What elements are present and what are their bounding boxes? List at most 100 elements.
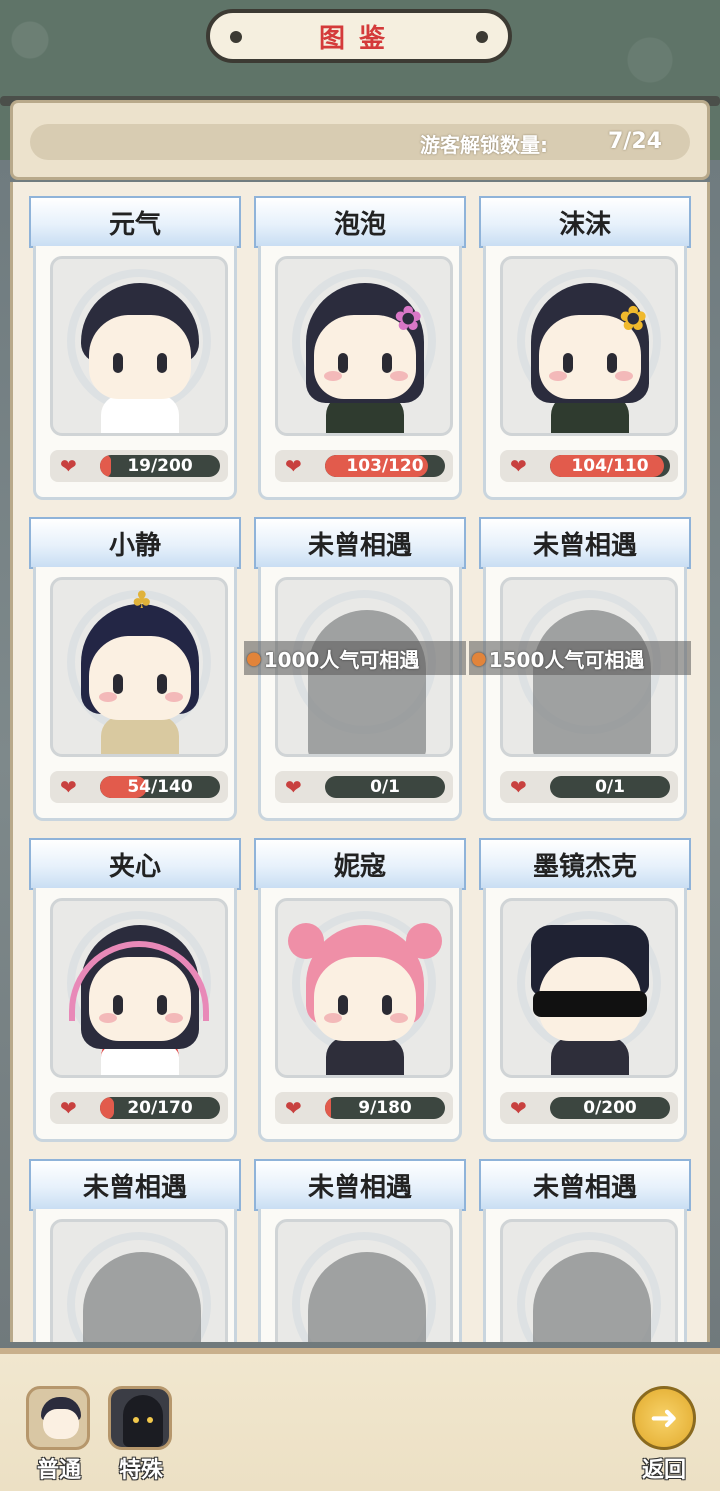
affection-row: ❤ 54/140: [50, 771, 228, 803]
unlock-requirement: ● 1500人气可相遇: [469, 641, 691, 675]
card-name: 小静: [108, 530, 161, 561]
card-locked[interactable]: 未曾相遇: [479, 1159, 691, 1342]
arrow-right-circle-icon: ➜: [632, 1386, 696, 1450]
card-name: 墨镜杰克: [532, 851, 637, 882]
hair-bun: [406, 923, 442, 959]
card-header: 墨镜杰克: [479, 838, 691, 890]
card-name: 泡泡: [333, 209, 386, 240]
affection-value: 0/200: [583, 1098, 637, 1118]
portrait-blush: [390, 1013, 408, 1023]
card-body: ❤ 0/1: [483, 567, 687, 821]
card-name: 夹心: [108, 851, 161, 882]
back-label: 返回: [641, 1458, 686, 1483]
heart-icon: ❤: [510, 1096, 527, 1120]
card-mojing-jieke[interactable]: 墨镜杰克 ❤ 0/200: [479, 838, 691, 1142]
count-track: [30, 124, 690, 160]
locked-portrait: [500, 1219, 678, 1342]
heart-icon: ❤: [60, 454, 77, 478]
card-name: 未曾相遇: [307, 1172, 412, 1203]
card-body: [483, 1209, 687, 1342]
heart-icon: ❤: [60, 1096, 77, 1120]
sunglasses-icon: [533, 991, 647, 1017]
card-name: 元气: [108, 209, 161, 240]
card-locked[interactable]: 未曾相遇 ❤ 0/1 ● 1500人气可相遇: [469, 517, 691, 821]
card-header: 夹心: [29, 838, 241, 890]
portrait-eye: [338, 995, 348, 1015]
portrait-eye: [607, 353, 617, 373]
back-button[interactable]: ➜ 返回: [626, 1386, 702, 1486]
portrait-eye: [382, 995, 392, 1015]
card-header: 小静: [29, 517, 241, 569]
affection-value: 0/1: [370, 777, 400, 797]
page-title: 图鉴: [318, 23, 399, 54]
tab-normal[interactable]: 普通: [24, 1386, 94, 1486]
card-jiaxin[interactable]: 夹心 ❤ 20/170: [29, 838, 241, 1142]
portrait-blush: [324, 1013, 342, 1023]
card-header: 泡泡: [254, 196, 466, 248]
sprout-icon: ♣: [131, 586, 153, 614]
portrait-blush: [390, 371, 408, 381]
card-nikou[interactable]: 妮寇 ❤ 9/180: [254, 838, 466, 1142]
card-paopao[interactable]: 泡泡 ✿ ❤ 103/120: [254, 196, 466, 500]
title-plaque: 图鉴: [206, 9, 512, 63]
affection-row: ❤ 0/200: [500, 1092, 678, 1124]
boy-avatar-icon: [26, 1386, 90, 1450]
plaque-rivet-right: [476, 31, 488, 43]
portrait-face: [89, 315, 191, 399]
heart-icon: ❤: [285, 775, 302, 799]
plaque-rivet-left: [230, 31, 242, 43]
locked-portrait: [275, 1219, 453, 1342]
character-portrait: [500, 898, 678, 1078]
card-header: 沫沫: [479, 196, 691, 248]
affection-value: 19/200: [127, 456, 193, 476]
card-locked[interactable]: 未曾相遇: [29, 1159, 241, 1342]
card-header: 元气: [29, 196, 241, 248]
portrait-eye: [113, 353, 123, 373]
affection-value: 103/120: [346, 456, 424, 476]
card-name: 未曾相遇: [82, 1172, 187, 1203]
portrait-body: [326, 1037, 404, 1075]
character-portrait: [50, 898, 228, 1078]
unlock-requirement: ● 1000人气可相遇: [244, 641, 466, 675]
avatar-face: [43, 1409, 79, 1439]
collection-grid[interactable]: 元气 ❤ 19/200 泡泡 ✿ ❤ 103/120 沫沫 ✿ ❤ 104/11…: [10, 182, 710, 1342]
heart-icon: ❤: [60, 775, 77, 799]
card-name: 未曾相遇: [532, 530, 637, 561]
glowing-eye: [133, 1417, 139, 1423]
tab-special[interactable]: 特殊: [106, 1386, 176, 1486]
bottom-bar: 普通 特殊 ➜ 返回: [0, 1348, 720, 1491]
card-momo[interactable]: 沫沫 ✿ ❤ 104/110: [479, 196, 691, 500]
card-header: 妮寇: [254, 838, 466, 890]
card-name: 未曾相遇: [307, 530, 412, 561]
portrait-blush: [615, 371, 633, 381]
silhouette: [533, 610, 651, 754]
card-locked[interactable]: 未曾相遇: [254, 1159, 466, 1342]
portrait-eye: [563, 353, 573, 373]
flower-icon: ✿: [619, 299, 648, 339]
heart-icon: ❤: [285, 454, 302, 478]
character-portrait: ✿: [500, 256, 678, 436]
tab-label: 特殊: [118, 1458, 163, 1483]
affection-value: 54/140: [127, 777, 193, 797]
unlock-text: 1500人气可相遇: [488, 647, 645, 672]
card-body: ❤ 19/200: [33, 246, 237, 500]
card-locked[interactable]: 未曾相遇 ❤ 0/1 ● 1000人气可相遇: [244, 517, 466, 821]
portrait-face: [314, 957, 416, 1041]
portrait-blush: [99, 692, 117, 702]
character-portrait: ♣: [50, 577, 228, 757]
card-yuanqi[interactable]: 元气 ❤ 19/200: [29, 196, 241, 500]
affection-row: ❤ 20/170: [50, 1092, 228, 1124]
card-body: [258, 1209, 462, 1342]
silhouette: [308, 610, 426, 754]
card-body: ✿ ❤ 104/110: [483, 246, 687, 500]
affection-value: 104/110: [571, 456, 649, 476]
unlock-count-value: 7/24: [608, 129, 662, 154]
portrait-eye: [157, 674, 167, 694]
character-portrait: [50, 256, 228, 436]
portrait-body: [551, 1037, 629, 1075]
card-header: 未曾相遇: [29, 1159, 241, 1211]
flower-icon: ✿: [394, 299, 423, 339]
card-xiaojing[interactable]: 小静 ♣ ❤ 54/140: [29, 517, 241, 821]
heart-icon: ❤: [510, 775, 527, 799]
card-name: 沫沫: [558, 209, 611, 240]
